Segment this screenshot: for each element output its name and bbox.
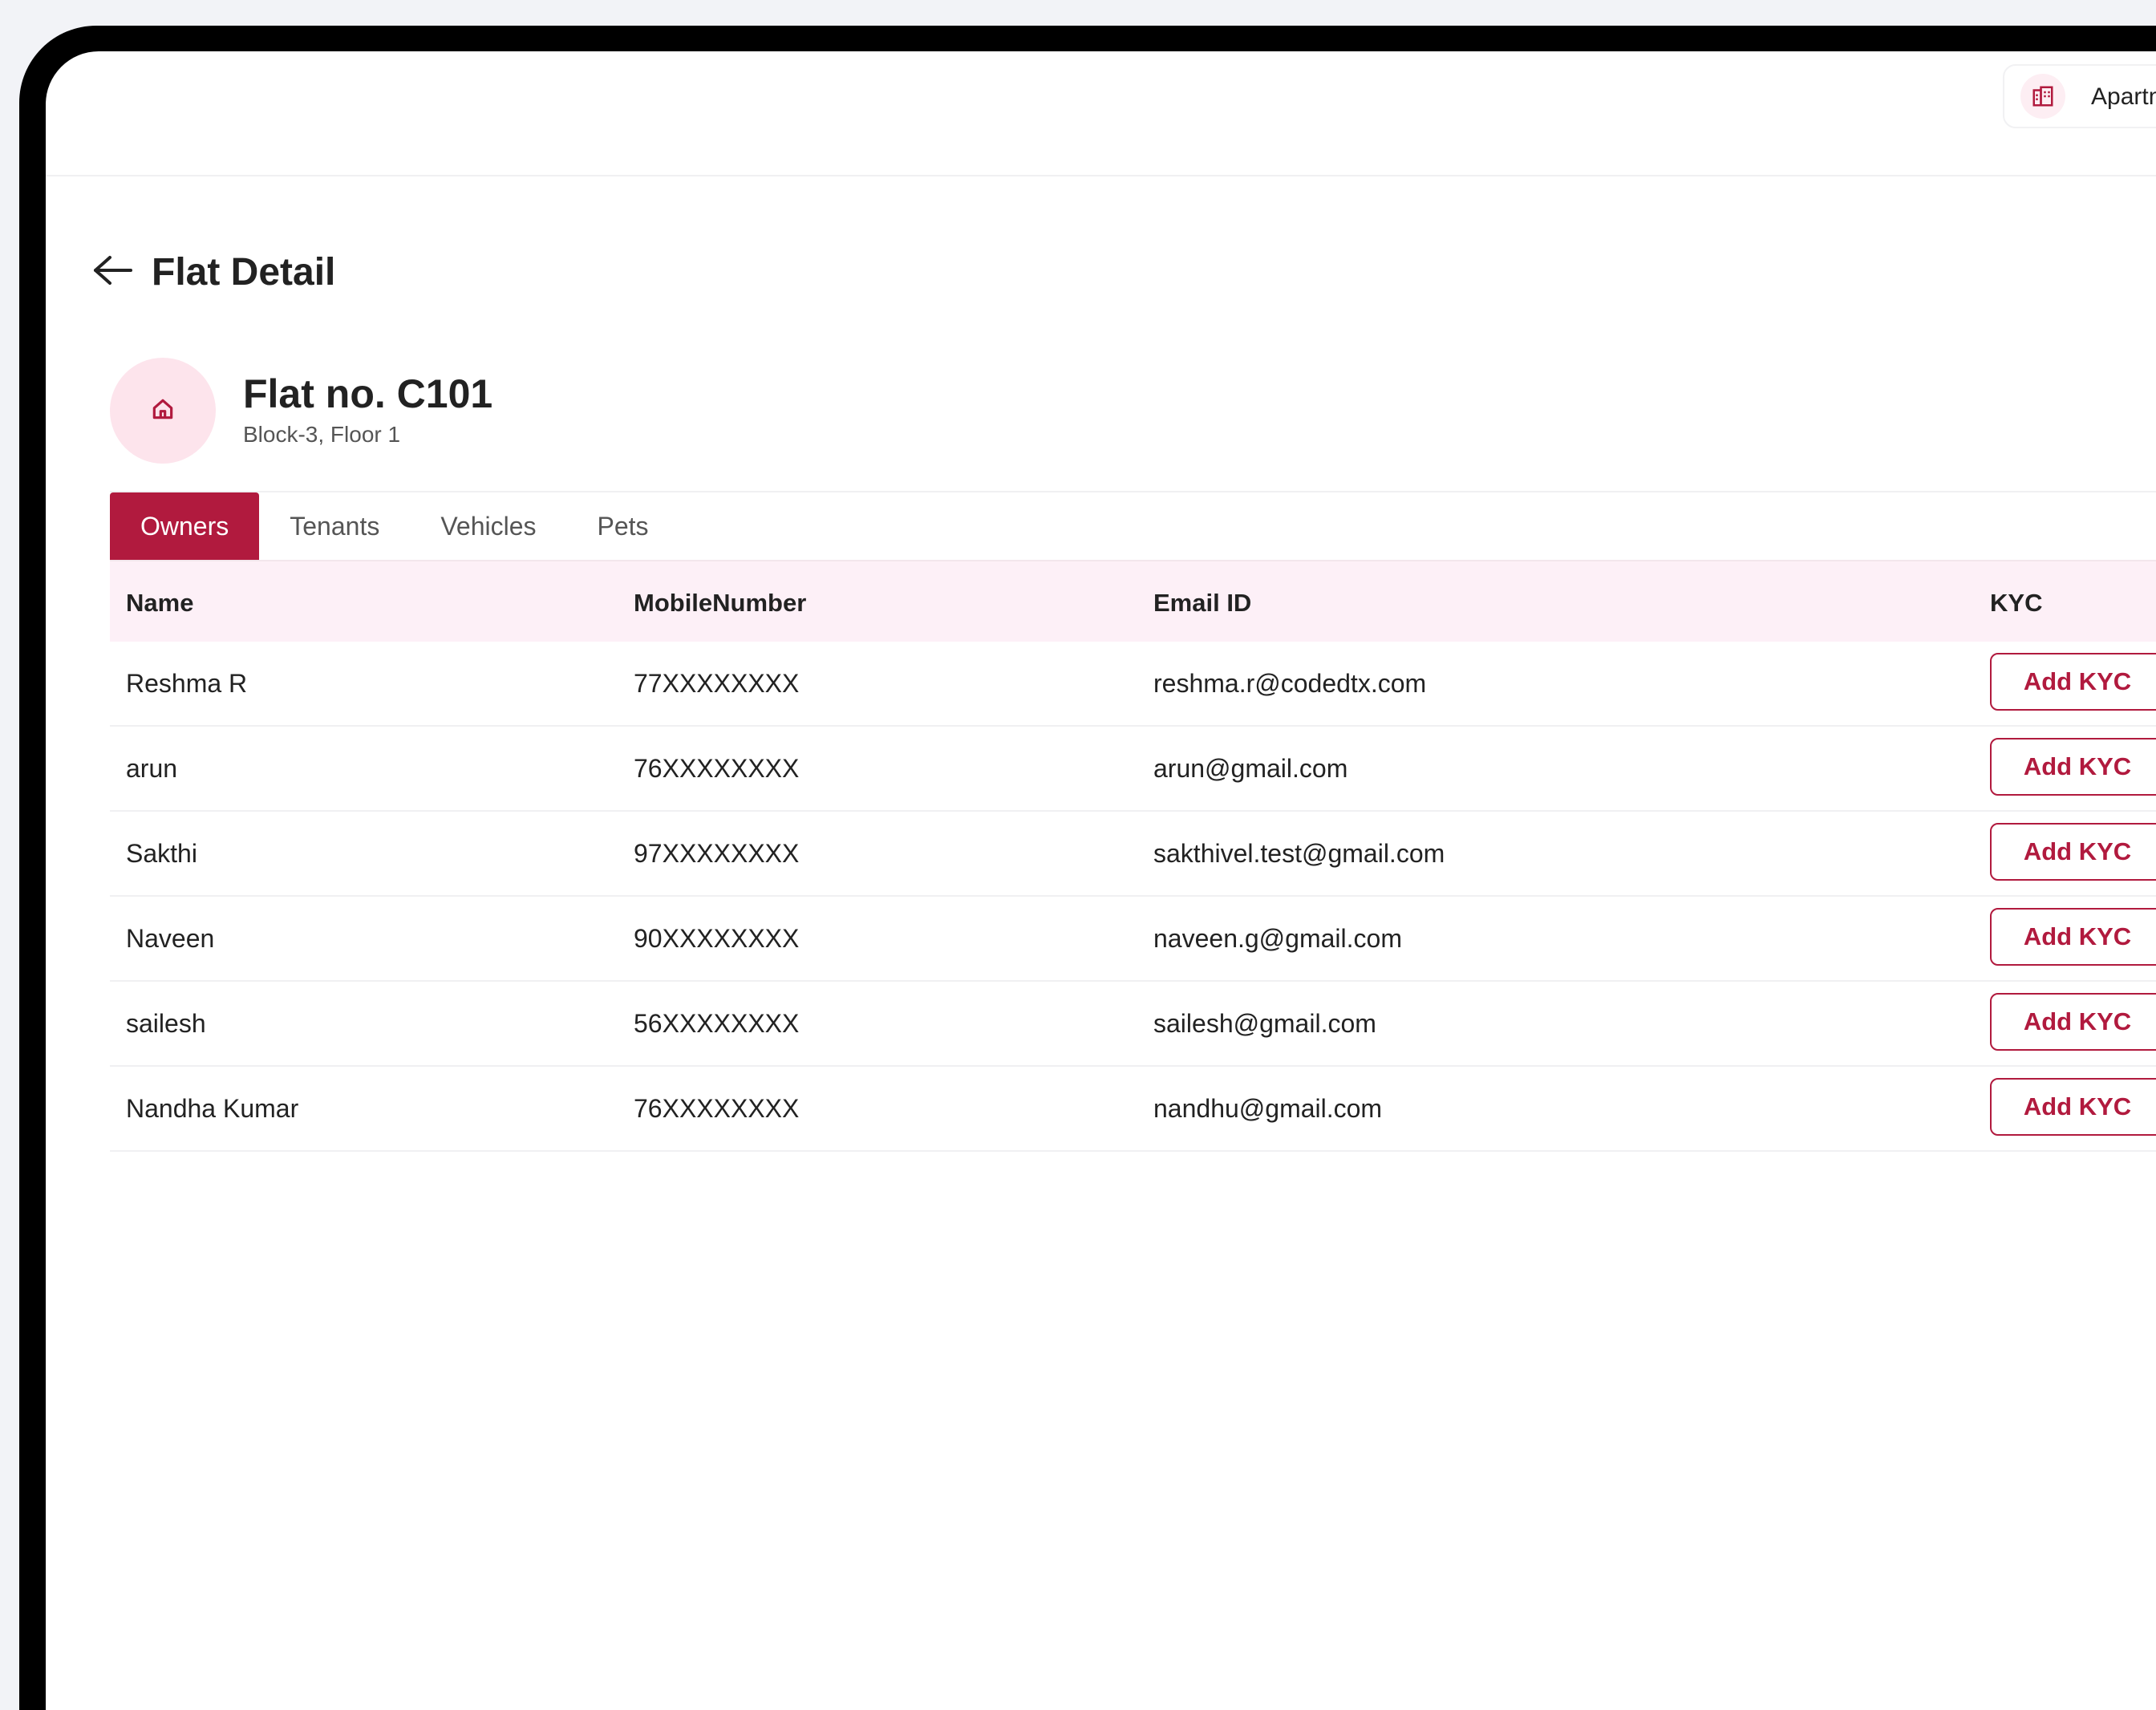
flat-avatar	[110, 358, 216, 464]
owner-mobile: 90XXXXXXXX	[634, 924, 800, 953]
column-header-email: Email ID	[1153, 589, 1252, 617]
table-row: Naveen 90XXXXXXXX naveen.g@gmail.com Add…	[110, 897, 2156, 982]
add-kyc-button[interactable]: Add KYC	[1990, 823, 2156, 881]
page-title: Flat Detail	[152, 250, 336, 294]
column-header-name: Name	[126, 589, 194, 617]
add-kyc-button[interactable]: Add KYC	[1990, 993, 2156, 1051]
owner-mobile: 56XXXXXXXX	[634, 1009, 800, 1038]
table-header-row: Name MobileNumber Email ID KYC	[110, 560, 2156, 642]
apartment-switcher[interactable]: Apartment	[2003, 64, 2156, 128]
owners-table: Name MobileNumber Email ID KYC Reshma R …	[110, 560, 2156, 1152]
table-row: Nandha Kumar 76XXXXXXXX nandhu@gmail.com…	[110, 1067, 2156, 1152]
top-bar: Apartment	[46, 51, 2156, 176]
owner-email: naveen.g@gmail.com	[1153, 924, 1402, 953]
page-header: Flat Detail	[89, 244, 335, 300]
owner-mobile: 97XXXXXXXX	[634, 839, 800, 868]
device-frame: Apartment Flat Detail	[19, 26, 2156, 1710]
tab-bar: Owners Tenants Vehicles Pets	[110, 492, 679, 560]
tab-pets[interactable]: Pets	[567, 492, 679, 560]
column-header-kyc: KYC	[1990, 589, 2043, 617]
add-kyc-button[interactable]: Add KYC	[1990, 908, 2156, 966]
owner-name: sailesh	[126, 1009, 206, 1038]
owner-email: sakthivel.test@gmail.com	[1153, 839, 1445, 868]
add-kyc-button[interactable]: Add KYC	[1990, 738, 2156, 796]
arrow-left-icon	[92, 254, 134, 290]
add-kyc-button[interactable]: Add KYC	[1990, 1078, 2156, 1136]
table-row: Reshma R 77XXXXXXXX reshma.r@codedtx.com…	[110, 642, 2156, 727]
owner-email: arun@gmail.com	[1153, 754, 1348, 783]
owner-name: Sakthi	[126, 839, 197, 868]
owner-mobile: 76XXXXXXXX	[634, 1094, 800, 1123]
owner-mobile: 76XXXXXXXX	[634, 754, 800, 783]
tab-owners[interactable]: Owners	[110, 492, 260, 560]
owner-email: reshma.r@codedtx.com	[1153, 669, 1427, 698]
flat-number: Flat no. C101	[243, 371, 493, 416]
column-header-mobile: MobileNumber	[634, 589, 807, 617]
owner-name: arun	[126, 754, 178, 783]
flat-location: Block-3, Floor 1	[243, 422, 401, 447]
table-row: Sakthi 97XXXXXXXX sakthivel.test@gmail.c…	[110, 812, 2156, 897]
table-row: arun 76XXXXXXXX arun@gmail.com Add KYC	[110, 727, 2156, 812]
apartment-switcher-label: Apartment	[2091, 83, 2156, 110]
tab-vehicles[interactable]: Vehicles	[410, 492, 566, 560]
owner-email: nandhu@gmail.com	[1153, 1094, 1383, 1123]
add-kyc-button[interactable]: Add KYC	[1990, 653, 2156, 711]
owner-name: Naveen	[126, 924, 215, 953]
owner-name: Reshma R	[126, 669, 248, 698]
back-button[interactable]	[89, 248, 137, 296]
tab-tenants[interactable]: Tenants	[259, 492, 410, 560]
app-screen: Apartment Flat Detail	[46, 51, 2156, 1710]
home-icon	[150, 396, 176, 426]
building-icon	[2020, 74, 2065, 119]
owner-name: Nandha Kumar	[126, 1094, 299, 1123]
owner-email: sailesh@gmail.com	[1153, 1009, 1376, 1038]
owner-mobile: 77XXXXXXXX	[634, 669, 800, 698]
table-row: sailesh 56XXXXXXXX sailesh@gmail.com Add…	[110, 982, 2156, 1067]
